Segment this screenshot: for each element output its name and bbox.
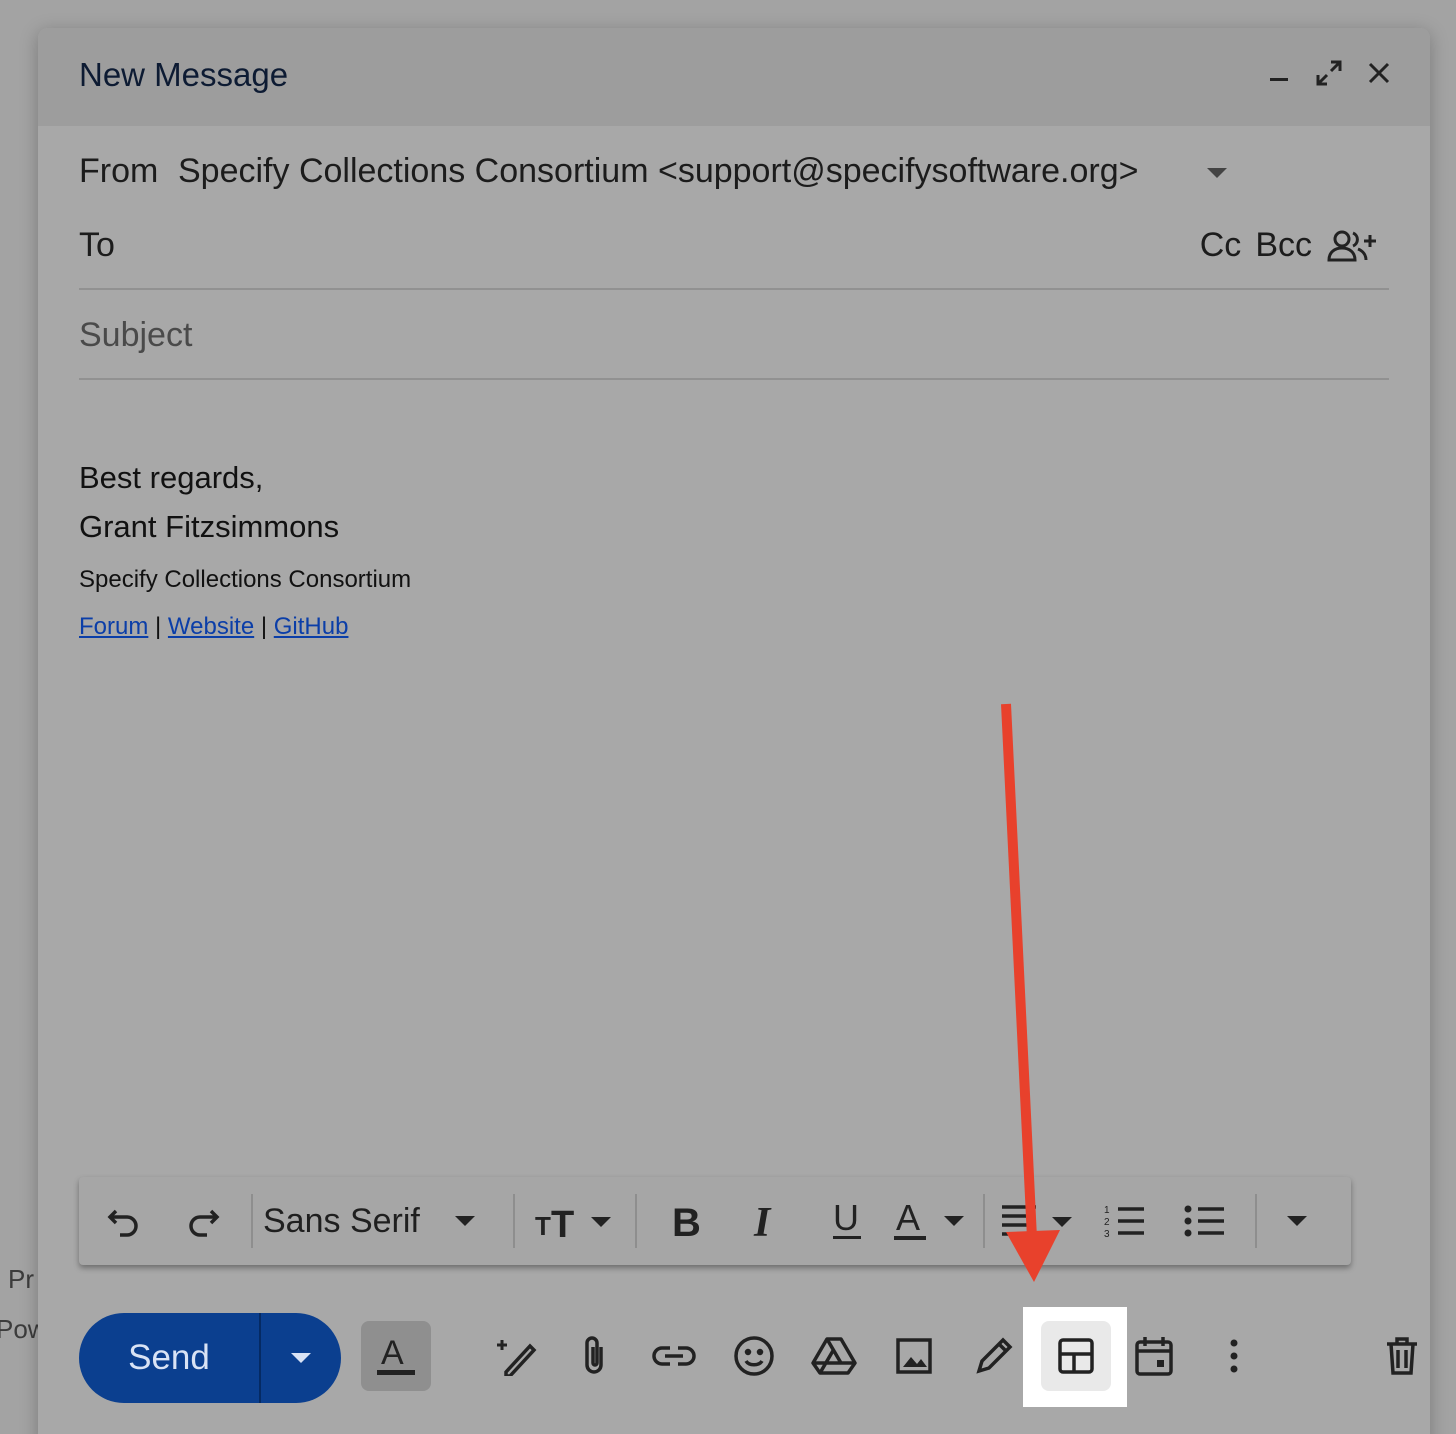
- formatting-toolbar: Sans Serif T T B I U A 1 2 3: [79, 1177, 1351, 1265]
- drive-icon[interactable]: [799, 1321, 869, 1391]
- link-separator: |: [260, 613, 268, 640]
- text-size-icon[interactable]: T T: [525, 1191, 625, 1251]
- toolbar-separator: [513, 1194, 515, 1248]
- svg-text:3: 3: [1104, 1229, 1110, 1239]
- emoji-icon[interactable]: [719, 1321, 789, 1391]
- more-formatting-icon[interactable]: [1267, 1191, 1327, 1251]
- expand-icon[interactable]: [1314, 58, 1344, 88]
- signature-icon[interactable]: [959, 1321, 1029, 1391]
- undo-icon[interactable]: [83, 1191, 165, 1251]
- attach-icon[interactable]: [559, 1321, 629, 1391]
- forum-link[interactable]: Forum: [79, 613, 148, 640]
- send-button-group: Send: [79, 1313, 341, 1403]
- text-color-icon[interactable]: A: [887, 1191, 973, 1251]
- redo-icon[interactable]: [165, 1191, 241, 1251]
- numbered-list-icon[interactable]: 1 2 3: [1085, 1191, 1165, 1251]
- svg-text:A: A: [381, 1334, 404, 1372]
- from-address-select[interactable]: Specify Collections Consortium <support@…: [178, 152, 1139, 191]
- signature-closing: Best regards,: [79, 460, 264, 495]
- toolbar-separator: [1255, 1194, 1257, 1248]
- photo-icon[interactable]: [879, 1321, 949, 1391]
- signature-org: Specify Collections Consortium: [79, 566, 412, 593]
- divider: [79, 378, 1389, 380]
- italic-icon[interactable]: I: [727, 1191, 807, 1251]
- schedule-icon[interactable]: [1119, 1321, 1189, 1391]
- compose-titlebar: New Message: [38, 28, 1430, 126]
- compose-actions-bar: Send A: [79, 1307, 1417, 1407]
- svg-text:B: B: [672, 1202, 701, 1240]
- align-icon[interactable]: [995, 1191, 1085, 1251]
- subject-input[interactable]: Subject: [79, 316, 192, 355]
- link-icon[interactable]: [639, 1321, 709, 1391]
- link-separator: |: [155, 613, 162, 640]
- font-name: Sans Serif: [263, 1201, 420, 1240]
- more-options-icon[interactable]: [1199, 1321, 1269, 1391]
- toolbar-separator: [635, 1194, 637, 1248]
- cc-button[interactable]: Cc: [1200, 226, 1242, 265]
- signature-links: Forum | Website | GitHub: [79, 613, 348, 641]
- compose-dialog: New Message From Specify Collections Con…: [38, 28, 1430, 1434]
- formatting-options-icon[interactable]: A: [361, 1321, 431, 1391]
- from-dropdown-icon[interactable]: [1206, 166, 1228, 180]
- divider: [79, 288, 1389, 290]
- compose-title: New Message: [79, 56, 289, 93]
- svg-text:T: T: [551, 1204, 574, 1239]
- signature-name: Grant Fitzsimmons: [79, 509, 340, 544]
- toolbar-separator: [251, 1194, 253, 1248]
- bold-icon[interactable]: B: [647, 1191, 727, 1251]
- svg-text:T: T: [535, 1211, 551, 1239]
- website-link[interactable]: Website: [168, 613, 254, 640]
- send-options-icon[interactable]: [261, 1313, 341, 1403]
- send-button[interactable]: Send: [79, 1338, 259, 1378]
- to-field[interactable]: To: [79, 226, 115, 265]
- bulleted-list-icon[interactable]: [1165, 1191, 1245, 1251]
- underline-icon[interactable]: U: [807, 1191, 887, 1251]
- help-me-write-icon[interactable]: [481, 1321, 551, 1391]
- svg-text:A: A: [896, 1200, 920, 1238]
- from-label: From: [79, 152, 159, 190]
- minimize-icon[interactable]: [1264, 58, 1294, 88]
- layouts-icon[interactable]: [1041, 1321, 1111, 1391]
- font-family-select[interactable]: Sans Serif: [263, 1191, 503, 1251]
- add-recipients-icon[interactable]: [1326, 229, 1378, 263]
- svg-text:2: 2: [1104, 1217, 1110, 1228]
- svg-text:I: I: [753, 1202, 772, 1240]
- chevron-down-icon: [454, 1216, 475, 1226]
- background-partial-text: Pr: [8, 1264, 34, 1294]
- svg-text:1: 1: [1104, 1205, 1110, 1216]
- bcc-button[interactable]: Bcc: [1255, 226, 1312, 265]
- highlight-box: [1023, 1307, 1127, 1407]
- github-link[interactable]: GitHub: [274, 613, 349, 640]
- svg-text:U: U: [833, 1200, 859, 1238]
- close-icon[interactable]: [1364, 58, 1394, 88]
- toolbar-separator: [983, 1194, 985, 1248]
- discard-icon[interactable]: [1367, 1321, 1430, 1391]
